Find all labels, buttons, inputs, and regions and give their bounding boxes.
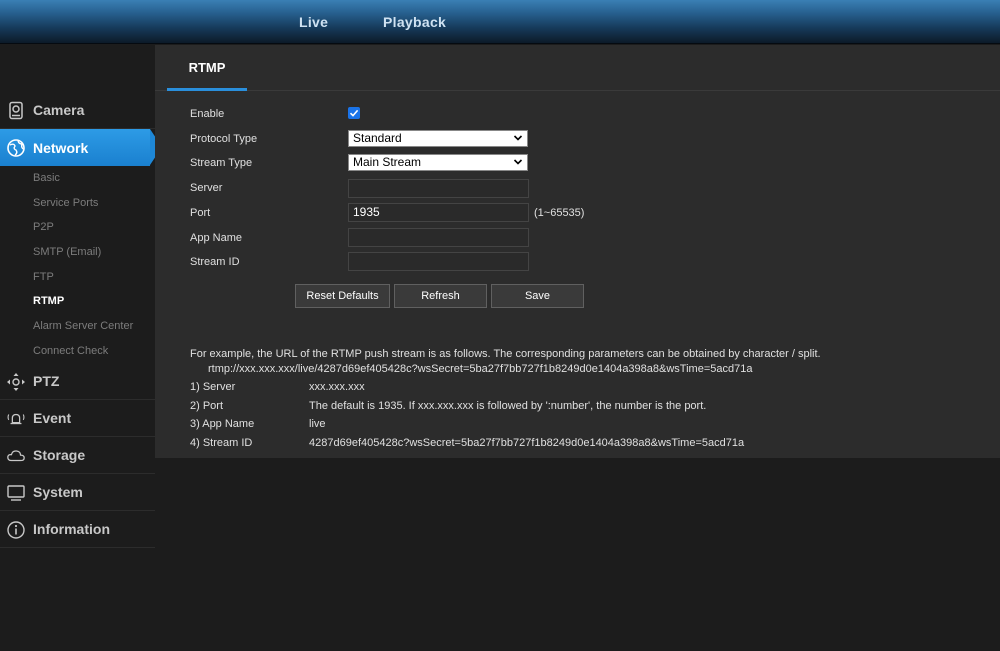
help-row-value: xxx.xxx.xxx <box>309 381 365 393</box>
sidebar-item-network[interactable]: Network <box>0 129 162 166</box>
chevron-down-icon <box>513 159 523 165</box>
info-icon <box>7 521 25 539</box>
top-navigation-bar: Live Playback <box>0 0 1000 44</box>
reset-defaults-button[interactable]: Reset Defaults <box>295 284 390 308</box>
stream-type-select[interactable]: Main Stream <box>348 154 528 171</box>
sidebar-subitem-basic[interactable]: Basic <box>33 172 60 184</box>
stream-type-label: Stream Type <box>190 157 253 169</box>
camera-icon <box>9 101 23 120</box>
sidebar-subitem-alarm-server-center[interactable]: Alarm Server Center <box>33 320 133 332</box>
app-name-input[interactable] <box>348 228 529 247</box>
top-tab-live[interactable]: Live <box>299 14 328 30</box>
sidebar-item-label: Storage <box>33 447 86 463</box>
protocol-type-label: Protocol Type <box>190 133 258 145</box>
stream-id-label: Stream ID <box>190 256 240 268</box>
ptz-arrows-icon <box>7 373 25 391</box>
app-window: Live Playback Camera Network Basic Servi… <box>0 0 1000 651</box>
stream-type-value: Main Stream <box>353 155 422 169</box>
checkmark-icon <box>349 109 359 117</box>
sidebar-subitem-rtmp[interactable]: RTMP <box>33 295 64 307</box>
server-input[interactable] <box>348 179 529 198</box>
panel-tab-bar: RTMP <box>155 45 1000 91</box>
tab-rtmp[interactable]: RTMP <box>167 45 247 91</box>
enable-label: Enable <box>190 108 225 120</box>
save-button[interactable]: Save <box>491 284 584 308</box>
sidebar-item-storage[interactable]: Storage <box>0 437 155 474</box>
stream-id-input[interactable] <box>348 252 529 271</box>
rtmp-help-intro: For example, the URL of the RTMP push st… <box>190 348 821 360</box>
monitor-system-icon <box>7 485 25 501</box>
server-label: Server <box>190 182 223 194</box>
help-row-value: live <box>309 418 326 430</box>
sidebar-subitem-p2p[interactable]: P2P <box>33 221 54 233</box>
sidebar-subitem-smtp[interactable]: SMTP (Email) <box>33 246 101 258</box>
sidebar-item-label: PTZ <box>33 373 60 389</box>
help-row-key: 1) Server <box>190 381 236 393</box>
help-row-key: 2) Port <box>190 400 224 412</box>
rtmp-settings-panel: RTMP Enable Protocol Type Standard Strea… <box>155 45 1000 458</box>
alarm-event-icon <box>7 413 25 425</box>
sidebar-subitem-connect-check[interactable]: Connect Check <box>33 345 108 357</box>
port-label: Port <box>190 207 211 219</box>
sidebar-item-ptz[interactable]: PTZ <box>0 363 155 400</box>
sidebar: Camera Network Basic Service Ports P2P S… <box>0 45 162 651</box>
refresh-button[interactable]: Refresh <box>394 284 487 308</box>
app-name-label: App Name <box>190 232 242 244</box>
protocol-type-value: Standard <box>353 131 402 145</box>
help-row-value: The default is 1935. If xxx.xxx.xxx is f… <box>309 400 707 412</box>
port-range-hint: (1~65535) <box>534 207 585 219</box>
help-row-value: 4287d69ef405428c?wsSecret=5ba27f7bb727f1… <box>309 437 745 449</box>
sidebar-item-camera[interactable]: Camera <box>0 92 155 129</box>
rtmp-example-url: rtmp://xxx.xxx.xxx/live/4287d69ef405428c… <box>208 363 753 375</box>
top-tab-playback[interactable]: Playback <box>383 14 446 30</box>
help-row-key: 3) App Name <box>190 418 255 430</box>
sidebar-item-information[interactable]: Information <box>0 511 155 548</box>
sidebar-item-system[interactable]: System <box>0 474 155 511</box>
port-input[interactable]: 1935 <box>348 203 529 222</box>
help-row-key: 4) Stream ID <box>190 437 253 449</box>
network-globe-icon <box>7 139 25 157</box>
chevron-down-icon <box>513 135 523 141</box>
sidebar-item-label: Camera <box>33 102 85 118</box>
sidebar-item-label: Event <box>33 410 72 426</box>
cloud-storage-icon <box>7 450 25 462</box>
sidebar-subitem-service-ports[interactable]: Service Ports <box>33 197 98 209</box>
sidebar-item-label: Network <box>33 139 89 156</box>
sidebar-item-event[interactable]: Event <box>0 400 155 437</box>
enable-checkbox[interactable] <box>348 107 360 119</box>
sidebar-item-label: System <box>33 484 83 500</box>
sidebar-subitem-ftp[interactable]: FTP <box>33 271 54 283</box>
protocol-type-select[interactable]: Standard <box>348 130 528 147</box>
sidebar-item-label: Information <box>33 521 110 537</box>
